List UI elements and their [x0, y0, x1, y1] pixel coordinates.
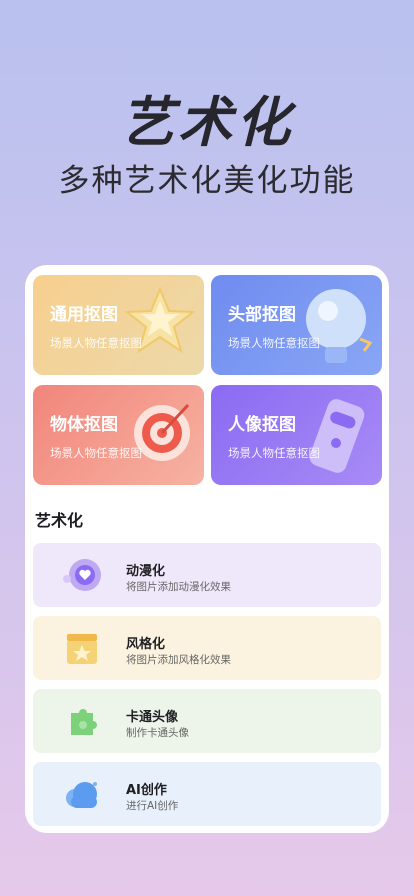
- list-item-subtitle: 进行AI创作: [126, 800, 179, 812]
- hero-title: 艺术化: [120, 91, 294, 154]
- list-item-subtitle: 将图片添加风格化效果: [126, 654, 231, 666]
- list-item-title: 风格化: [126, 637, 166, 652]
- clapper-icon: [67, 634, 97, 664]
- list-item-title: 卡通头像: [126, 710, 179, 725]
- card-subtitle: 场景人物任意抠图: [50, 336, 142, 350]
- list-item-subtitle: 将图片添加动漫化效果: [126, 581, 231, 593]
- puzzle-icon: [71, 709, 97, 735]
- list-item-anime[interactable]: 动漫化 将图片添加动漫化效果: [33, 543, 381, 607]
- section-title: 艺术化: [35, 511, 84, 530]
- heart-icon: [63, 559, 101, 591]
- card-head-cutout[interactable]: 头部抠图 场景人物任意抠图: [211, 275, 382, 375]
- card-title: 物体抠图: [50, 415, 118, 435]
- card-title: 人像抠图: [228, 415, 296, 435]
- list-item-title: AI创作: [126, 783, 167, 798]
- card-portrait-cutout[interactable]: 人像抠图 场景人物任意抠图: [211, 385, 382, 485]
- card-general-cutout[interactable]: 通用抠图 场景人物任意抠图: [33, 275, 204, 375]
- card-subtitle: 场景人物任意抠图: [228, 336, 320, 350]
- feature-panel: 通用抠图 场景人物任意抠图 头部抠图 场景人物任意抠图 物体抠图 场景人物任意抠…: [25, 265, 389, 833]
- list-item-stylize[interactable]: 风格化 将图片添加风格化效果: [33, 616, 381, 680]
- card-title: 通用抠图: [50, 305, 118, 325]
- card-subtitle: 场景人物任意抠图: [50, 446, 142, 460]
- bulb-icon: [306, 289, 373, 363]
- card-subtitle: 场景人物任意抠图: [228, 446, 320, 460]
- card-object-cutout[interactable]: 物体抠图 场景人物任意抠图: [33, 385, 204, 485]
- list-item-cartoon-avatar[interactable]: 卡通头像 制作卡通头像: [33, 689, 381, 753]
- list-item-subtitle: 制作卡通头像: [126, 727, 189, 739]
- phone-icon: [309, 399, 365, 473]
- hero-subtitle: 多种艺术化美化功能: [58, 163, 356, 199]
- list-item-title: 动漫化: [126, 564, 166, 579]
- list-item-ai-creation[interactable]: AI创作 进行AI创作: [33, 762, 381, 826]
- card-title: 头部抠图: [228, 305, 296, 325]
- cloud-icon: [66, 782, 97, 808]
